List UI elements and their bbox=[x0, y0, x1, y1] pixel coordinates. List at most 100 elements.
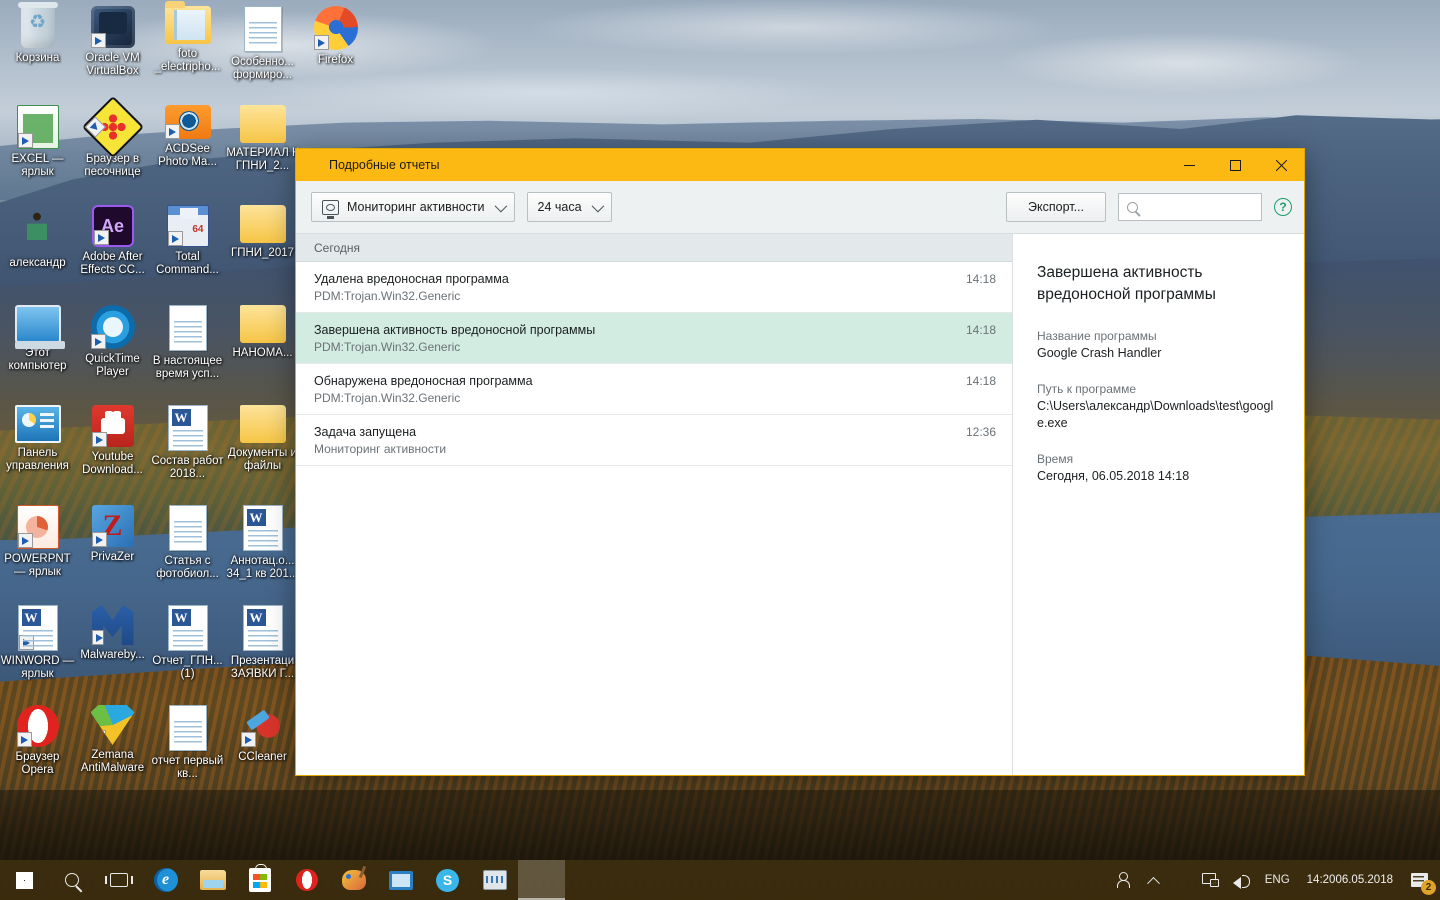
youtube-downloader-icon bbox=[91, 405, 134, 447]
events-list-pane[interactable]: Сегодня Удалена вредоносная программа PDM… bbox=[296, 234, 1013, 775]
desktop-icon-label: В настоящее время усп... bbox=[152, 355, 223, 380]
desktop-icon[interactable]: Корзина bbox=[0, 2, 75, 65]
desktop-icon[interactable]: foto _electripho... bbox=[150, 1, 225, 74]
malwarebytes-icon bbox=[91, 605, 134, 645]
taskbar-app-button[interactable] bbox=[142, 860, 189, 900]
event-subtitle: Мониторинг активности bbox=[314, 442, 447, 456]
desktop-icon[interactable]: Zemana AntiMalware bbox=[75, 705, 150, 775]
notification-count-badge: 2 bbox=[1421, 880, 1436, 895]
taskbar-app-button[interactable] bbox=[283, 860, 330, 900]
desktop-icon[interactable]: Презентаци ЗАЯВКИ Г... bbox=[225, 605, 300, 681]
desktop-icon[interactable]: CCleaner bbox=[225, 705, 300, 764]
ccleaner-icon bbox=[240, 705, 285, 747]
tray-volume-button[interactable] bbox=[1226, 860, 1258, 900]
windows-start-icon bbox=[15, 871, 33, 889]
close-button[interactable] bbox=[1258, 149, 1304, 181]
event-detail-label: Название программы bbox=[1037, 329, 1157, 343]
virtualbox-icon bbox=[90, 6, 135, 48]
desktop-icon[interactable]: Adobe After Effects CC... bbox=[75, 205, 150, 277]
desktop-icon[interactable]: В настоящее время усп... bbox=[150, 305, 225, 381]
desktop-icon[interactable]: QuickTime Player bbox=[75, 305, 150, 379]
desktop-icon[interactable]: Особенно... формиро... bbox=[225, 6, 300, 82]
tray-show-hidden-button[interactable] bbox=[1142, 860, 1165, 900]
taskbar[interactable]: ENG 14:20 06.05.2018 2 bbox=[0, 860, 1440, 900]
desktop-icon[interactable]: Этот компьютер bbox=[0, 305, 75, 373]
desktop-icon[interactable]: отчет первый кв... bbox=[150, 705, 225, 781]
desktop-icon-label: foto _electripho... bbox=[154, 48, 221, 73]
system-monitor-icon bbox=[482, 870, 507, 890]
desktop-icon[interactable]: Youtube Download... bbox=[75, 405, 150, 477]
start-button[interactable] bbox=[0, 860, 48, 900]
desktop-icon[interactable]: Статья с фотобиол... bbox=[150, 505, 225, 581]
export-button[interactable]: Экспорт... bbox=[1006, 192, 1106, 222]
scope-filter-label: Мониторинг активности bbox=[347, 200, 485, 214]
desktop-icon[interactable]: Аннотац.о... 34_1 кв 201... bbox=[225, 505, 300, 581]
event-details-pane: Завершена активность вредоносной програм… bbox=[1013, 234, 1304, 775]
detailed-reports-window[interactable]: Подробные отчеты Мониторинг активности 2… bbox=[295, 148, 1305, 776]
taskbar-app-button[interactable] bbox=[424, 860, 471, 900]
events-group-header: Сегодня bbox=[296, 234, 1012, 262]
desktop-icon-firefox[interactable]: Firefox bbox=[298, 6, 373, 67]
word-document-icon bbox=[167, 605, 208, 651]
monitor-icon bbox=[322, 199, 339, 219]
tray-language-button[interactable]: ENG bbox=[1258, 860, 1297, 900]
taskbar-app-button[interactable] bbox=[330, 860, 377, 900]
desktop-icon[interactable]: Отчет_ГПН... (1) bbox=[150, 605, 225, 681]
taskbar-app-button[interactable] bbox=[518, 860, 565, 900]
event-row[interactable]: Задача запущена Мониторинг активности 12:3… bbox=[296, 415, 1012, 466]
taskbar-app-button[interactable] bbox=[377, 860, 424, 900]
event-subtitle: PDM:Trojan.Win32.Generic bbox=[314, 391, 461, 405]
taskbar-app-button[interactable] bbox=[236, 860, 283, 900]
folder-icon bbox=[239, 305, 286, 343]
tray-kaspersky-button[interactable] bbox=[1165, 860, 1195, 900]
desktop-icon[interactable]: Total Command... bbox=[150, 205, 225, 277]
desktop-icon[interactable]: Oracle VM VirtualBox bbox=[75, 6, 150, 78]
shortcut-arrow-icon bbox=[84, 116, 106, 138]
folder-icon bbox=[239, 405, 286, 443]
taskbar-app-button[interactable] bbox=[471, 860, 518, 900]
desktop-icon-label: Документы и файлы bbox=[228, 447, 297, 472]
desktop-icon[interactable]: ГПНИ_2017 bbox=[225, 205, 300, 260]
event-row[interactable]: Завершена активность вредоносной програм… bbox=[296, 313, 1012, 364]
event-detail-label: Путь к программе bbox=[1037, 382, 1137, 396]
action-center-button[interactable]: 2 bbox=[1403, 860, 1440, 900]
tray-clock[interactable]: 14:20 06.05.2018 bbox=[1297, 860, 1403, 900]
desktop-icon[interactable]: Панель управления bbox=[0, 405, 75, 473]
desktop-icon[interactable]: Состав работ 2018... bbox=[150, 405, 225, 481]
help-icon[interactable]: ? bbox=[1274, 198, 1292, 216]
events-list[interactable]: Удалена вредоносная программа PDM:Trojan.… bbox=[296, 262, 1012, 466]
desktop-icon[interactable]: POWERPNT — ярлык bbox=[0, 505, 75, 579]
desktop-icon[interactable]: Браузер Opera bbox=[0, 705, 75, 777]
desktop-icon[interactable]: александр bbox=[0, 205, 75, 270]
tray-network-button[interactable] bbox=[1195, 860, 1226, 900]
desktop-icon[interactable]: Malwareby... bbox=[75, 605, 150, 662]
desktop-icon-label: Презентаци ЗАЯВКИ Г... bbox=[230, 655, 295, 680]
desktop-icon-label: МАТЕРИАЛ К ГПНИ_2... bbox=[226, 147, 299, 172]
desktop-icon[interactable]: WINWORD — ярлык bbox=[0, 605, 75, 681]
tray-date: 06.05.2018 bbox=[1335, 874, 1393, 886]
opera-icon bbox=[295, 869, 318, 891]
window-title: Подробные отчеты bbox=[329, 158, 440, 172]
window-titlebar[interactable]: Подробные отчеты bbox=[296, 149, 1304, 181]
task-view-button[interactable] bbox=[95, 860, 142, 900]
tray-people-button[interactable] bbox=[1111, 860, 1142, 900]
event-row[interactable]: Обнаружена вредоносная программа PDM:Troj… bbox=[296, 364, 1012, 415]
maximize-button[interactable] bbox=[1212, 149, 1258, 181]
event-row[interactable]: Удалена вредоносная программа PDM:Trojan.… bbox=[296, 262, 1012, 313]
desktop-icon[interactable]: Браузер в песочнице bbox=[75, 95, 150, 179]
desktop-icon[interactable]: МАТЕРИАЛ К ГПНИ_2... bbox=[225, 105, 300, 173]
desktop-icon[interactable]: EXCEL — ярлык bbox=[0, 105, 75, 179]
desktop-icon[interactable]: PrivaZer bbox=[75, 505, 150, 564]
shortcut-arrow-icon bbox=[91, 630, 107, 645]
taskbar-search-button[interactable] bbox=[48, 860, 95, 900]
minimize-button[interactable] bbox=[1166, 149, 1212, 181]
search-box[interactable] bbox=[1118, 193, 1305, 221]
desktop-icon[interactable]: Документы и файлы bbox=[225, 405, 300, 473]
taskbar-app-button[interactable] bbox=[189, 860, 236, 900]
period-filter-dropdown[interactable]: 24 часа bbox=[526, 192, 612, 222]
desktop-icon[interactable]: НАНОМА... bbox=[225, 305, 300, 360]
word-document-icon bbox=[168, 705, 207, 751]
desktop-icon[interactable]: ACDSee Photo Ma... bbox=[150, 105, 225, 169]
scope-filter-dropdown[interactable]: Мониторинг активности bbox=[311, 192, 515, 222]
event-details-title: Завершена активность вредоносной програм… bbox=[1037, 264, 1216, 303]
